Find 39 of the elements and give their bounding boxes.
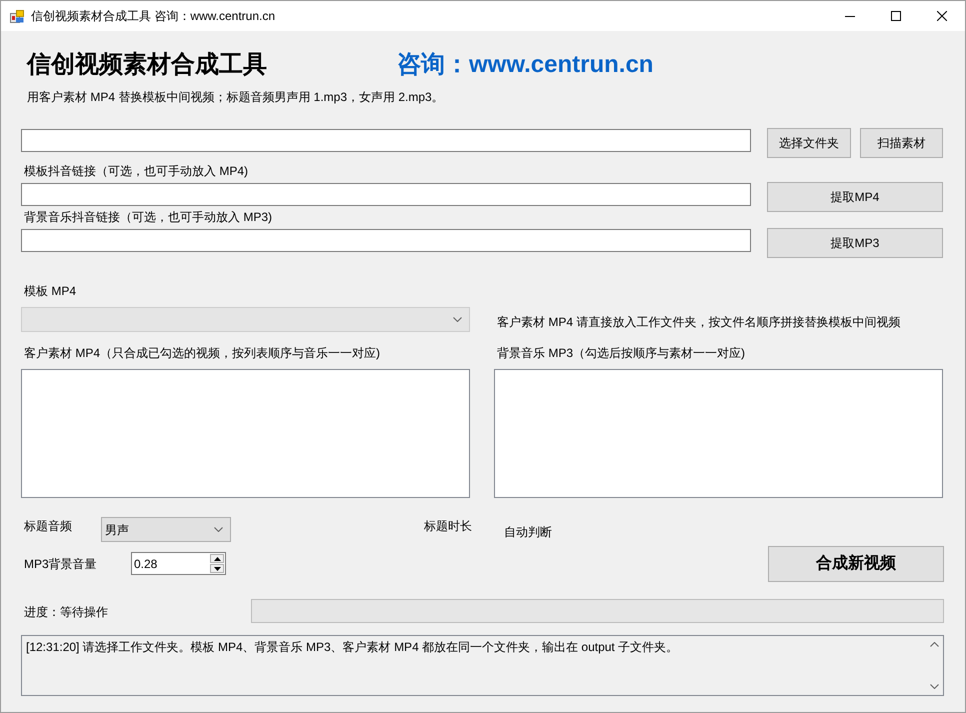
list-label: 客户素材 MP4（只合成已勾选的视频，按列表顺序与音乐一一对应) [24, 345, 380, 361]
spin-up-button[interactable] [210, 554, 224, 563]
note-text: 客户素材 MP4 请直接放入工作文件夹，按文件名顺序拼接替换模板中间视频 [497, 314, 900, 330]
log-box[interactable]: [12:31:20] 请选择工作文件夹。模板 MP4、背景音乐 MP3、客户素材 MP4 都放在同一个文件夹，输出在 output 子文件夹。 [21, 635, 944, 696]
chevron-up-icon [930, 642, 939, 647]
link-field[interactable] [21, 229, 751, 252]
list-label: 背景音乐 MP3（勾选后按顺序与素材一一对应) [497, 345, 746, 361]
chevron-down-icon [214, 527, 223, 532]
maximize-icon [891, 11, 901, 21]
folder-path-field[interactable] [21, 129, 751, 152]
extract-button[interactable]: 提取MP4 [767, 182, 943, 212]
contact-text: 咨询：www.centrun.cn [397, 50, 654, 80]
duration-value: 自动判断 [504, 524, 552, 540]
extract-button[interactable]: 提取MP3 [767, 228, 943, 258]
choose-folder-button[interactable]: 选择文件夹 [767, 128, 850, 158]
field-label: MP3背景音量 [24, 556, 97, 572]
spinner-value: 0.28 [134, 556, 158, 572]
field-label: 模板 MP4 [24, 283, 76, 299]
link-field[interactable] [21, 183, 751, 206]
description-text: 用客户素材 MP4 替换模板中间视频；标题音频男声用 1.mp3，女声用 2.mp3。 [27, 89, 444, 105]
scan-button[interactable]: 扫描素材 [860, 128, 943, 158]
progress-label: 进度：等待操作 [24, 604, 108, 620]
voice-dropdown[interactable]: 男声 [101, 517, 231, 542]
window-title: 信创视频素材合成工具 咨询：www.centrun.cn [31, 8, 276, 24]
log-line: [12:31:20] 请选择工作文件夹。模板 MP4、背景音乐 MP3、客户素材 MP4 都放在同一个文件夹，输出在 output 子文件夹。 [26, 639, 678, 655]
close-icon [937, 11, 947, 21]
spin-down-button[interactable] [210, 564, 224, 573]
down-triangle-icon [214, 566, 220, 570]
up-triangle-icon [214, 556, 220, 560]
compose-button[interactable]: 合成新视频 [768, 546, 944, 582]
field-label: 标题时长 [424, 518, 472, 534]
chevron-down-icon [453, 317, 462, 322]
app-icon [10, 10, 24, 22]
app-heading: 信创视频素材合成工具 [27, 50, 267, 80]
volume-spinner[interactable]: 0.28 [131, 552, 226, 575]
field-label: 模板抖音链接（可选，也可手动放入 MP4) [24, 163, 248, 179]
field-label: 背景音乐抖音链接（可选，也可手动放入 MP3) [24, 209, 272, 225]
field-label: 标题音频 [24, 518, 72, 534]
chevron-down-icon [930, 684, 939, 689]
